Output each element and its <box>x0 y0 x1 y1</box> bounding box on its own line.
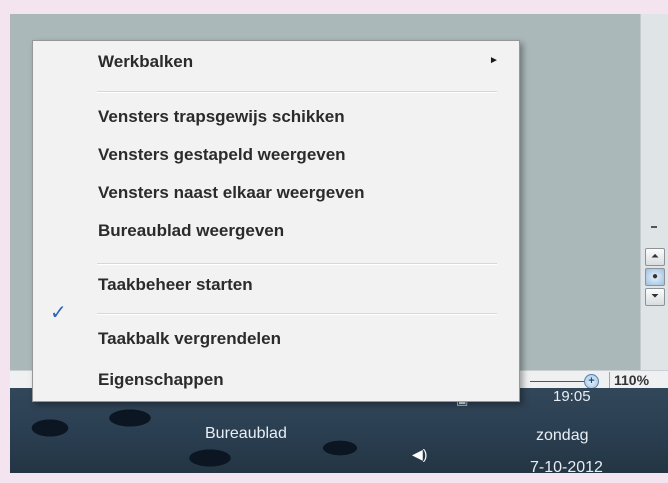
clock-time[interactable]: 19:05 <box>553 388 591 405</box>
menu-item-werkbalken[interactable]: Werkbalken <box>98 52 193 72</box>
menu-item-naast-elkaar[interactable]: Vensters naast elkaar weergeven <box>98 183 365 203</box>
scroll-position-marker <box>651 226 657 228</box>
menu-separator <box>97 91 497 93</box>
double-up-arrow-icon: ⏶ <box>651 251 659 262</box>
clock-day[interactable]: zondag <box>536 427 589 445</box>
menu-item-trapsgewijs[interactable]: Vensters trapsgewijs schikken <box>98 107 345 127</box>
taskbar-button-label[interactable]: Bureaublad <box>205 425 287 443</box>
zoom-level[interactable]: 110% <box>614 372 649 388</box>
double-down-arrow-icon: ⏷ <box>651 291 659 302</box>
image-border-left <box>0 0 10 483</box>
menu-item-bureaublad[interactable]: Bureaublad weergeven <box>98 221 284 241</box>
menu-separator <box>97 313 497 315</box>
submenu-arrow-icon: ► <box>489 55 499 66</box>
zoom-in-button[interactable]: + <box>584 374 599 389</box>
select-browse-object-button[interactable]: ● <box>645 268 665 286</box>
taskbar-context-menu: Werkbalken ► Vensters trapsgewijs schikk… <box>32 40 520 402</box>
menu-item-gestapeld[interactable]: Vensters gestapeld weergeven <box>98 145 346 165</box>
menu-item-eigenschappen[interactable]: Eigenschappen <box>98 370 224 390</box>
status-separator <box>609 372 610 388</box>
speaker-icon[interactable]: ◀) <box>412 446 427 463</box>
vertical-scrollbar[interactable] <box>640 14 668 370</box>
previous-page-button[interactable]: ⏶ <box>645 248 665 266</box>
zoom-slider[interactable] <box>530 381 585 382</box>
image-border-top <box>0 0 668 14</box>
next-page-button[interactable]: ⏷ <box>645 288 665 306</box>
plus-icon: + <box>588 375 595 387</box>
menu-item-taakbeheer[interactable]: Taakbeheer starten <box>98 275 253 295</box>
menu-separator <box>97 263 497 265</box>
circle-icon: ● <box>651 271 659 282</box>
menu-item-vergrendelen[interactable]: Taakbalk vergrendelen <box>98 329 281 349</box>
image-border-bottom <box>0 473 668 483</box>
checkmark-icon: ✓ <box>50 302 67 324</box>
